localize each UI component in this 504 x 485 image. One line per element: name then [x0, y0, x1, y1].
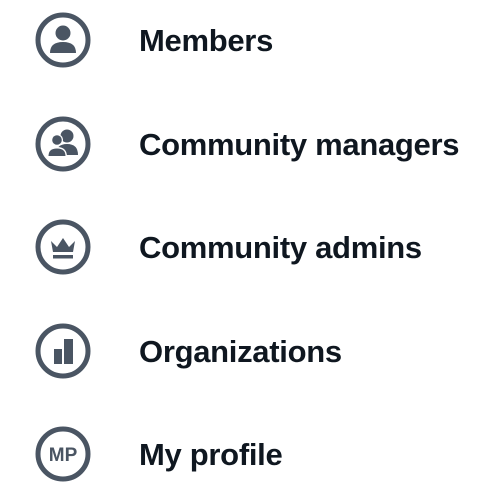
menu-item-members[interactable]: Members: [34, 9, 273, 71]
menu-item-label: Community admins: [139, 229, 422, 265]
user-icon: [35, 12, 91, 68]
crown-icon: [35, 219, 91, 275]
menu-item-label: My profile: [139, 436, 283, 472]
profile-initials: MP: [49, 445, 78, 466]
profile-initials-icon: MP: [35, 426, 91, 482]
navigation-menu: Members Community managers Community adm…: [0, 0, 504, 482]
menu-item-label: Community managers: [139, 126, 460, 162]
menu-item-organizations[interactable]: Organizations: [34, 320, 342, 382]
menu-item-community-admins[interactable]: Community admins: [34, 216, 422, 278]
menu-item-label: Organizations: [139, 333, 342, 369]
users-icon: [35, 116, 91, 172]
menu-item-label: Members: [139, 22, 274, 58]
menu-item-my-profile[interactable]: MP My profile: [34, 423, 283, 485]
building-icon: [35, 323, 91, 379]
menu-item-community-managers[interactable]: Community managers: [34, 113, 459, 175]
